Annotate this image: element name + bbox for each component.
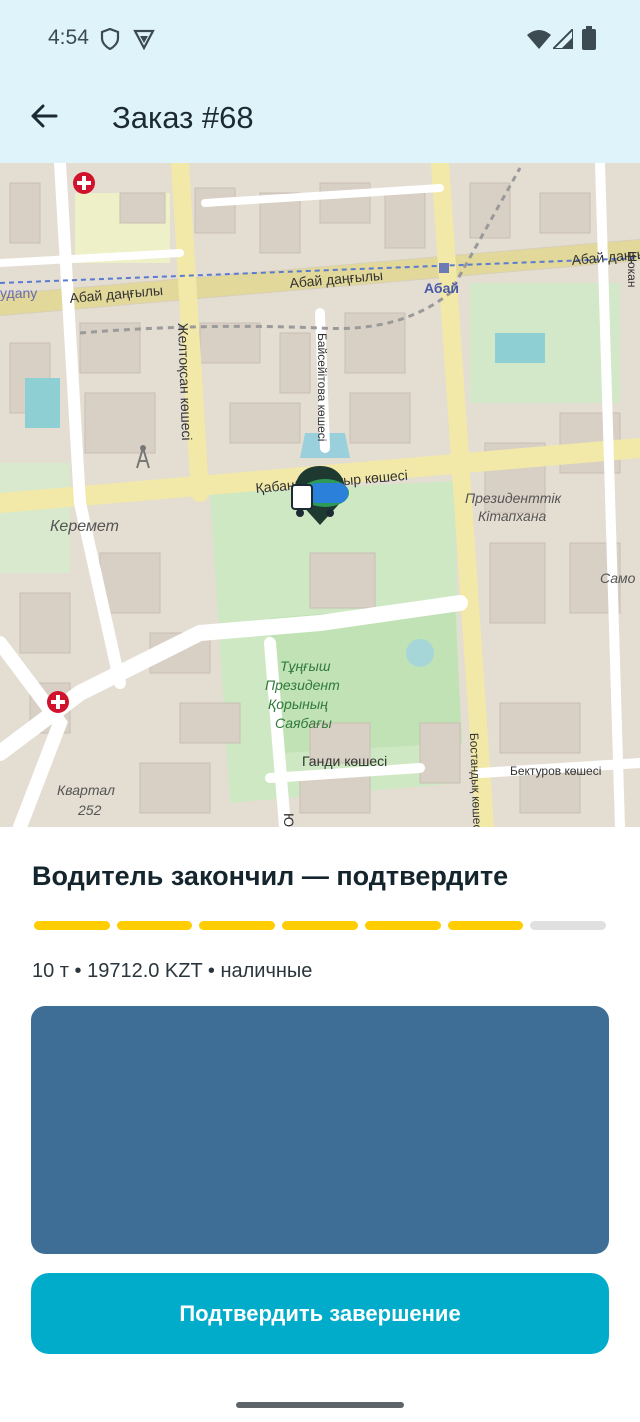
- metro-icon: [439, 263, 449, 273]
- progress-step-done: [364, 921, 441, 930]
- map-label: Саябағы: [275, 715, 332, 731]
- status-bar: 4:54: [0, 0, 640, 80]
- map-label: Юрий Г: [281, 813, 297, 827]
- hospital-icon: [47, 691, 69, 713]
- app-bar: Заказ #68: [0, 80, 640, 163]
- order-details: 10 т • 19712.0 KZT • наличные: [32, 960, 313, 982]
- map-label: Керемет: [50, 518, 119, 535]
- vpn-icon: [133, 28, 155, 55]
- water: [406, 639, 434, 667]
- map-label: Тұңғыш: [280, 658, 331, 674]
- map-label: Президент: [265, 677, 340, 693]
- signal-icon: [550, 26, 574, 54]
- map-label: Қорының: [268, 696, 328, 712]
- map-label: Кітапхана: [478, 508, 547, 524]
- page-title: Заказ #68: [112, 100, 254, 135]
- order-progress: [34, 921, 607, 930]
- progress-step-done: [199, 921, 276, 930]
- map-label: удany: [0, 285, 37, 301]
- hospital-icon: [73, 172, 95, 194]
- progress-step-done: [34, 921, 110, 930]
- progress-step-done: [116, 921, 193, 930]
- map-view[interactable]: Абай даңғылы Абай даңғылы Абай даңғылы А…: [0, 163, 640, 827]
- arrow-left-icon: [30, 102, 58, 135]
- water: [495, 333, 545, 363]
- map-label: Президенттік: [465, 490, 563, 506]
- map-label: 252: [77, 802, 102, 818]
- media-placeholder: [31, 1006, 609, 1254]
- map-label: Ганди көшесі: [302, 753, 387, 769]
- map-label: Само: [600, 570, 636, 586]
- map-label: Квартал: [57, 782, 115, 798]
- shield-icon: [100, 27, 120, 55]
- water: [25, 378, 60, 428]
- map-label: Абай: [424, 280, 459, 296]
- progress-step-pending: [530, 921, 607, 930]
- map-label: Бектуров көшесі: [510, 764, 601, 778]
- order-panel: Водитель закончил — подтвердите 10 т • 1…: [0, 827, 640, 1422]
- confirm-completion-button[interactable]: Подтвердить завершение: [31, 1273, 609, 1354]
- status-time: 4:54: [48, 26, 89, 49]
- order-status-heading: Водитель закончил — подтвердите: [32, 861, 509, 891]
- wifi-icon: [527, 29, 551, 54]
- map-label: Байсейітова көшесі: [315, 333, 329, 441]
- progress-step-done: [282, 921, 358, 930]
- back-button[interactable]: [20, 94, 68, 142]
- map-label: Шокан: [625, 251, 639, 288]
- progress-step-done: [447, 921, 524, 930]
- battery-icon: [582, 26, 596, 55]
- gesture-nav-handle[interactable]: [236, 1402, 404, 1408]
- map-canvas: Абай даңғылы Абай даңғылы Абай даңғылы А…: [0, 163, 640, 827]
